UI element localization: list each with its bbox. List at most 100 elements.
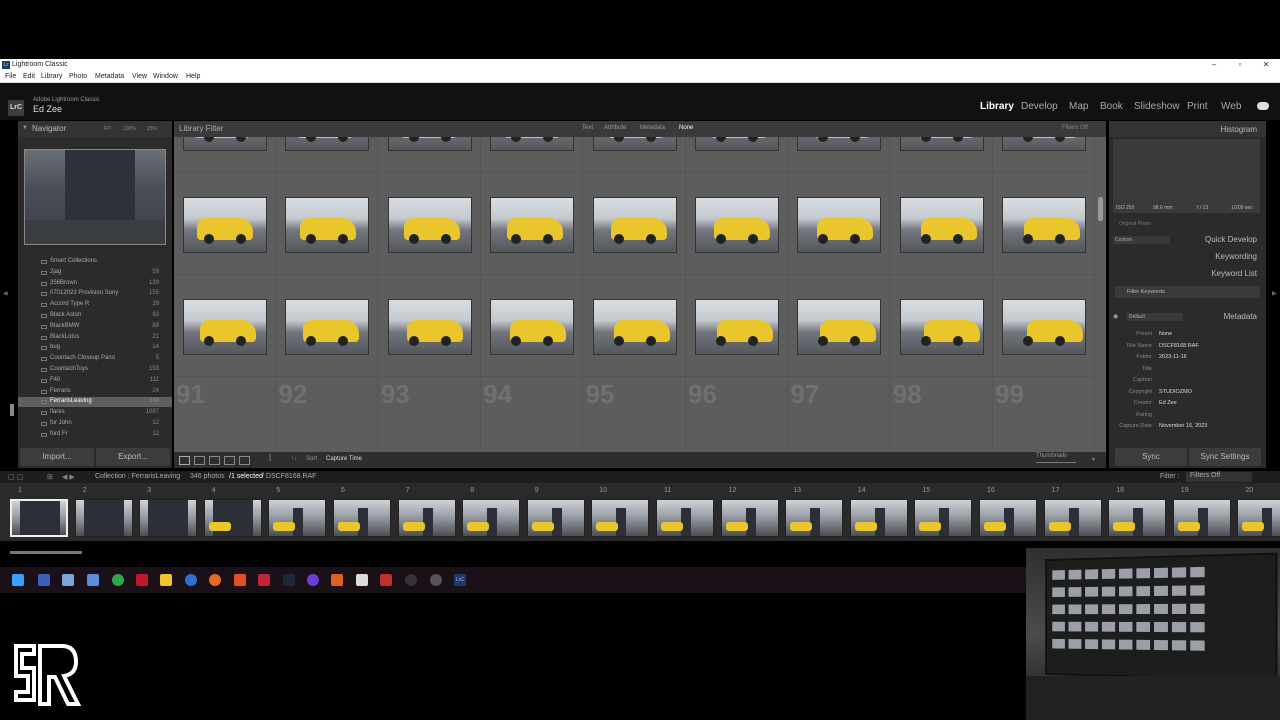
zoom-fit[interactable]: FIT — [104, 126, 112, 132]
menu-view[interactable]: View — [132, 72, 147, 81]
left-panel-toggle-icon[interactable]: ◀ — [3, 290, 8, 297]
collection-item[interactable]: 07012023 Provision Sony 155 — [18, 289, 172, 299]
grid-scrollbar[interactable] — [1098, 197, 1103, 221]
collection-item[interactable]: ford Fr 12 — [18, 430, 172, 440]
filmstrip-thumbnail[interactable] — [203, 499, 262, 537]
filmstrip-thumbnail[interactable] — [333, 499, 391, 537]
original-photo-label[interactable]: Original Photo — [1119, 221, 1151, 227]
grid-cell[interactable] — [174, 275, 276, 377]
collection-item[interactable]: bug 14 — [18, 343, 172, 353]
filmstrip-thumbnail[interactable] — [979, 499, 1037, 537]
photo-thumbnail[interactable] — [183, 137, 267, 151]
terminal-icon[interactable] — [38, 574, 50, 586]
keyword-list-header[interactable]: Keyword List — [1109, 267, 1266, 281]
photo-thumbnail[interactable] — [1002, 197, 1087, 253]
zoom-25[interactable]: 25% — [147, 126, 157, 132]
left-scrollbar[interactable] — [10, 404, 14, 416]
menu-library[interactable]: Library — [41, 72, 62, 81]
maximize-icon[interactable]: ▫ — [1228, 59, 1252, 71]
menu-file[interactable]: File — [5, 72, 16, 81]
photo-thumbnail[interactable] — [797, 197, 882, 253]
grid-cell[interactable]: 92 — [276, 377, 379, 452]
photo-thumbnail[interactable] — [387, 197, 472, 253]
grid-cell[interactable] — [481, 275, 584, 377]
painter-icon[interactable]: ⫿ — [269, 455, 271, 463]
grid-cell[interactable]: 98 — [891, 377, 993, 452]
mail-icon[interactable] — [62, 574, 74, 586]
grid-cell[interactable] — [378, 173, 481, 275]
photo-thumbnail[interactable] — [899, 137, 984, 151]
grid-cell[interactable] — [788, 173, 891, 275]
grid-cell[interactable]: 94 — [481, 377, 584, 452]
photo-thumbnail[interactable] — [592, 299, 677, 355]
metadata-value[interactable]: DSCF8168.RAF — [1159, 343, 1199, 349]
menu-edit[interactable]: Edit — [23, 72, 35, 81]
metadata-value[interactable]: 2023-11-16 — [1159, 354, 1187, 360]
grid-cell[interactable] — [174, 137, 276, 173]
filmstrip-thumbnail[interactable] — [397, 499, 456, 537]
collection-item[interactable]: F40 111 — [18, 376, 172, 386]
grid-cell[interactable] — [993, 173, 1096, 275]
photo-thumbnail[interactable] — [797, 137, 882, 151]
photo-thumbnail[interactable] — [899, 197, 984, 253]
grid-cell[interactable] — [686, 137, 788, 173]
collection-item[interactable]: Accord Type R 29 — [18, 300, 172, 310]
filmstrip-scrollbar[interactable] — [10, 551, 82, 554]
steam-icon[interactable] — [283, 574, 295, 586]
photo-thumbnail[interactable] — [899, 299, 984, 355]
survey-view-icon[interactable] — [224, 456, 235, 465]
filter-keywords-input[interactable]: Filter Keywords — [1115, 286, 1260, 298]
sync-settings-button[interactable]: Sync Settings — [1189, 448, 1261, 466]
recording-icon[interactable] — [380, 574, 392, 586]
filmstrip-thumbnail[interactable] — [139, 499, 198, 537]
grid-cell[interactable] — [481, 173, 584, 275]
keywording-header[interactable]: Keywording — [1109, 250, 1266, 264]
filmstrip-thumbnail[interactable] — [656, 499, 714, 537]
grid-cell[interactable]: 93 — [379, 377, 481, 452]
menu-window[interactable]: Window — [153, 72, 178, 81]
grid-cell[interactable]: 95 — [584, 377, 686, 452]
thumbnail-size-slider[interactable] — [1036, 462, 1076, 463]
metadata-value[interactable]: None — [1159, 331, 1172, 337]
menu-help[interactable]: Help — [186, 72, 200, 81]
grid-cell[interactable] — [481, 137, 584, 173]
menu-photo[interactable]: Photo — [69, 72, 87, 81]
collection-item[interactable]: for John 12 — [18, 419, 172, 429]
navigator-preview[interactable] — [24, 149, 166, 245]
photo-thumbnail[interactable] — [490, 197, 575, 253]
filmstrip-thumbnail[interactable] — [849, 499, 908, 537]
collection-item[interactable]: BlackBMW 89 — [18, 322, 172, 332]
photo-thumbnail[interactable] — [592, 197, 677, 253]
metadata-header[interactable]: ◉ Default Metadata — [1109, 310, 1266, 324]
filmstrip-thumbnail[interactable] — [720, 499, 779, 537]
minimize-icon[interactable]: – — [1202, 59, 1226, 71]
sync-button[interactable]: Sync — [1115, 448, 1187, 466]
grid-cell[interactable] — [993, 275, 1096, 377]
filmstrip-thumbnail[interactable] — [74, 499, 133, 537]
collection-item[interactable]: 356Brown 139 — [18, 279, 172, 289]
filter-text[interactable]: Text — [582, 125, 593, 131]
menu-metadata[interactable]: Metadata — [95, 72, 124, 81]
filters-off-label[interactable]: Filters Off — [1062, 125, 1088, 131]
filmstrip-thumbnail[interactable] — [526, 499, 585, 537]
collection-item[interactable]: FerrarisLeaving 346 — [18, 397, 172, 408]
grid-cell[interactable]: 96 — [686, 377, 788, 452]
photo-thumbnail[interactable] — [695, 299, 779, 355]
xbox-icon[interactable] — [112, 574, 124, 586]
filmstrip-thumbnail[interactable] — [268, 499, 327, 537]
grid-cell[interactable]: 99 — [993, 377, 1096, 452]
windows-start-icon[interactable] — [12, 574, 24, 586]
app-icon-orange[interactable] — [331, 574, 343, 586]
filmstrip-thumbnail[interactable] — [785, 499, 844, 537]
eye-icon[interactable]: ◉ — [1113, 313, 1118, 320]
module-web[interactable]: Web — [1221, 101, 1241, 112]
photo-thumbnail[interactable] — [285, 137, 370, 151]
collection-item[interactable]: 2jag 59 — [18, 268, 172, 278]
collection-item[interactable]: flares 1087 — [18, 408, 172, 418]
filmstrip-thumbnail[interactable] — [1172, 499, 1231, 537]
second-window-icon[interactable]: ▢ ▢ — [8, 473, 23, 481]
filmstrip-thumbnail[interactable] — [1043, 499, 1102, 537]
grid-view-icon[interactable] — [179, 456, 190, 465]
grid-cell[interactable] — [276, 173, 379, 275]
photo-thumbnail[interactable] — [285, 197, 370, 253]
